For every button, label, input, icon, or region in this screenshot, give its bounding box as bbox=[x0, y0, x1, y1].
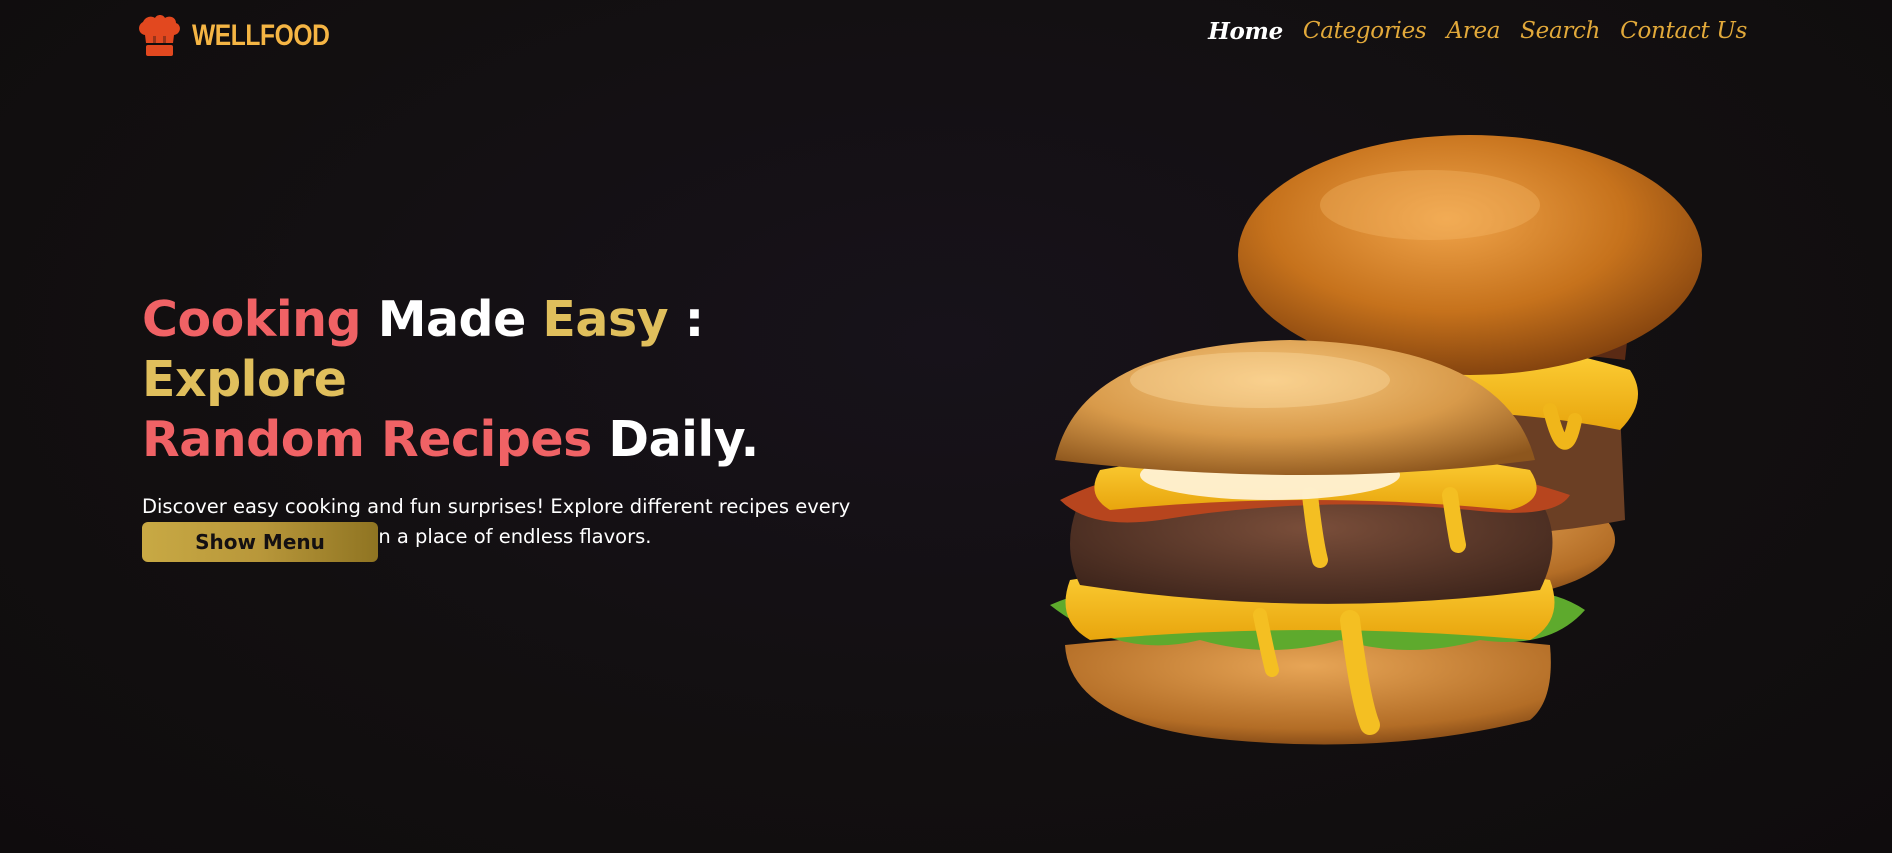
navbar: WELLFOOD Home Categories Area Search Con… bbox=[0, 0, 1892, 70]
hero-title-word: : bbox=[684, 291, 705, 348]
hero-title-word: Explore bbox=[142, 351, 347, 408]
nav-link-area[interactable]: Area bbox=[1446, 18, 1500, 44]
brand-name: WELLFOOD bbox=[192, 19, 330, 52]
nav-menu: Home Categories Area Search Contact Us bbox=[1208, 18, 1747, 45]
hero-title-word: Easy bbox=[542, 291, 669, 348]
double-burger-image bbox=[1050, 135, 1702, 745]
page: WELLFOOD Home Categories Area Search Con… bbox=[0, 0, 1892, 853]
hero-title-word: Daily. bbox=[608, 411, 759, 468]
chef-hat-icon bbox=[139, 15, 180, 56]
nav-link-home[interactable]: Home bbox=[1208, 18, 1283, 45]
hero-section: Cooking Made Easy : Explore Random Recip… bbox=[142, 290, 902, 552]
hero-title-word: Cooking bbox=[142, 291, 362, 348]
brand-logo[interactable]: WELLFOOD bbox=[136, 14, 360, 58]
nav-link-search[interactable]: Search bbox=[1520, 18, 1600, 44]
hero-title: Cooking Made Easy : Explore Random Recip… bbox=[142, 290, 902, 470]
hero-title-word: Made bbox=[377, 291, 527, 348]
show-menu-button[interactable]: Show Menu bbox=[142, 522, 378, 562]
nav-link-categories[interactable]: Categories bbox=[1303, 18, 1427, 44]
nav-link-contact-us[interactable]: Contact Us bbox=[1620, 18, 1747, 44]
hero-title-word: Random Recipes bbox=[142, 411, 592, 468]
